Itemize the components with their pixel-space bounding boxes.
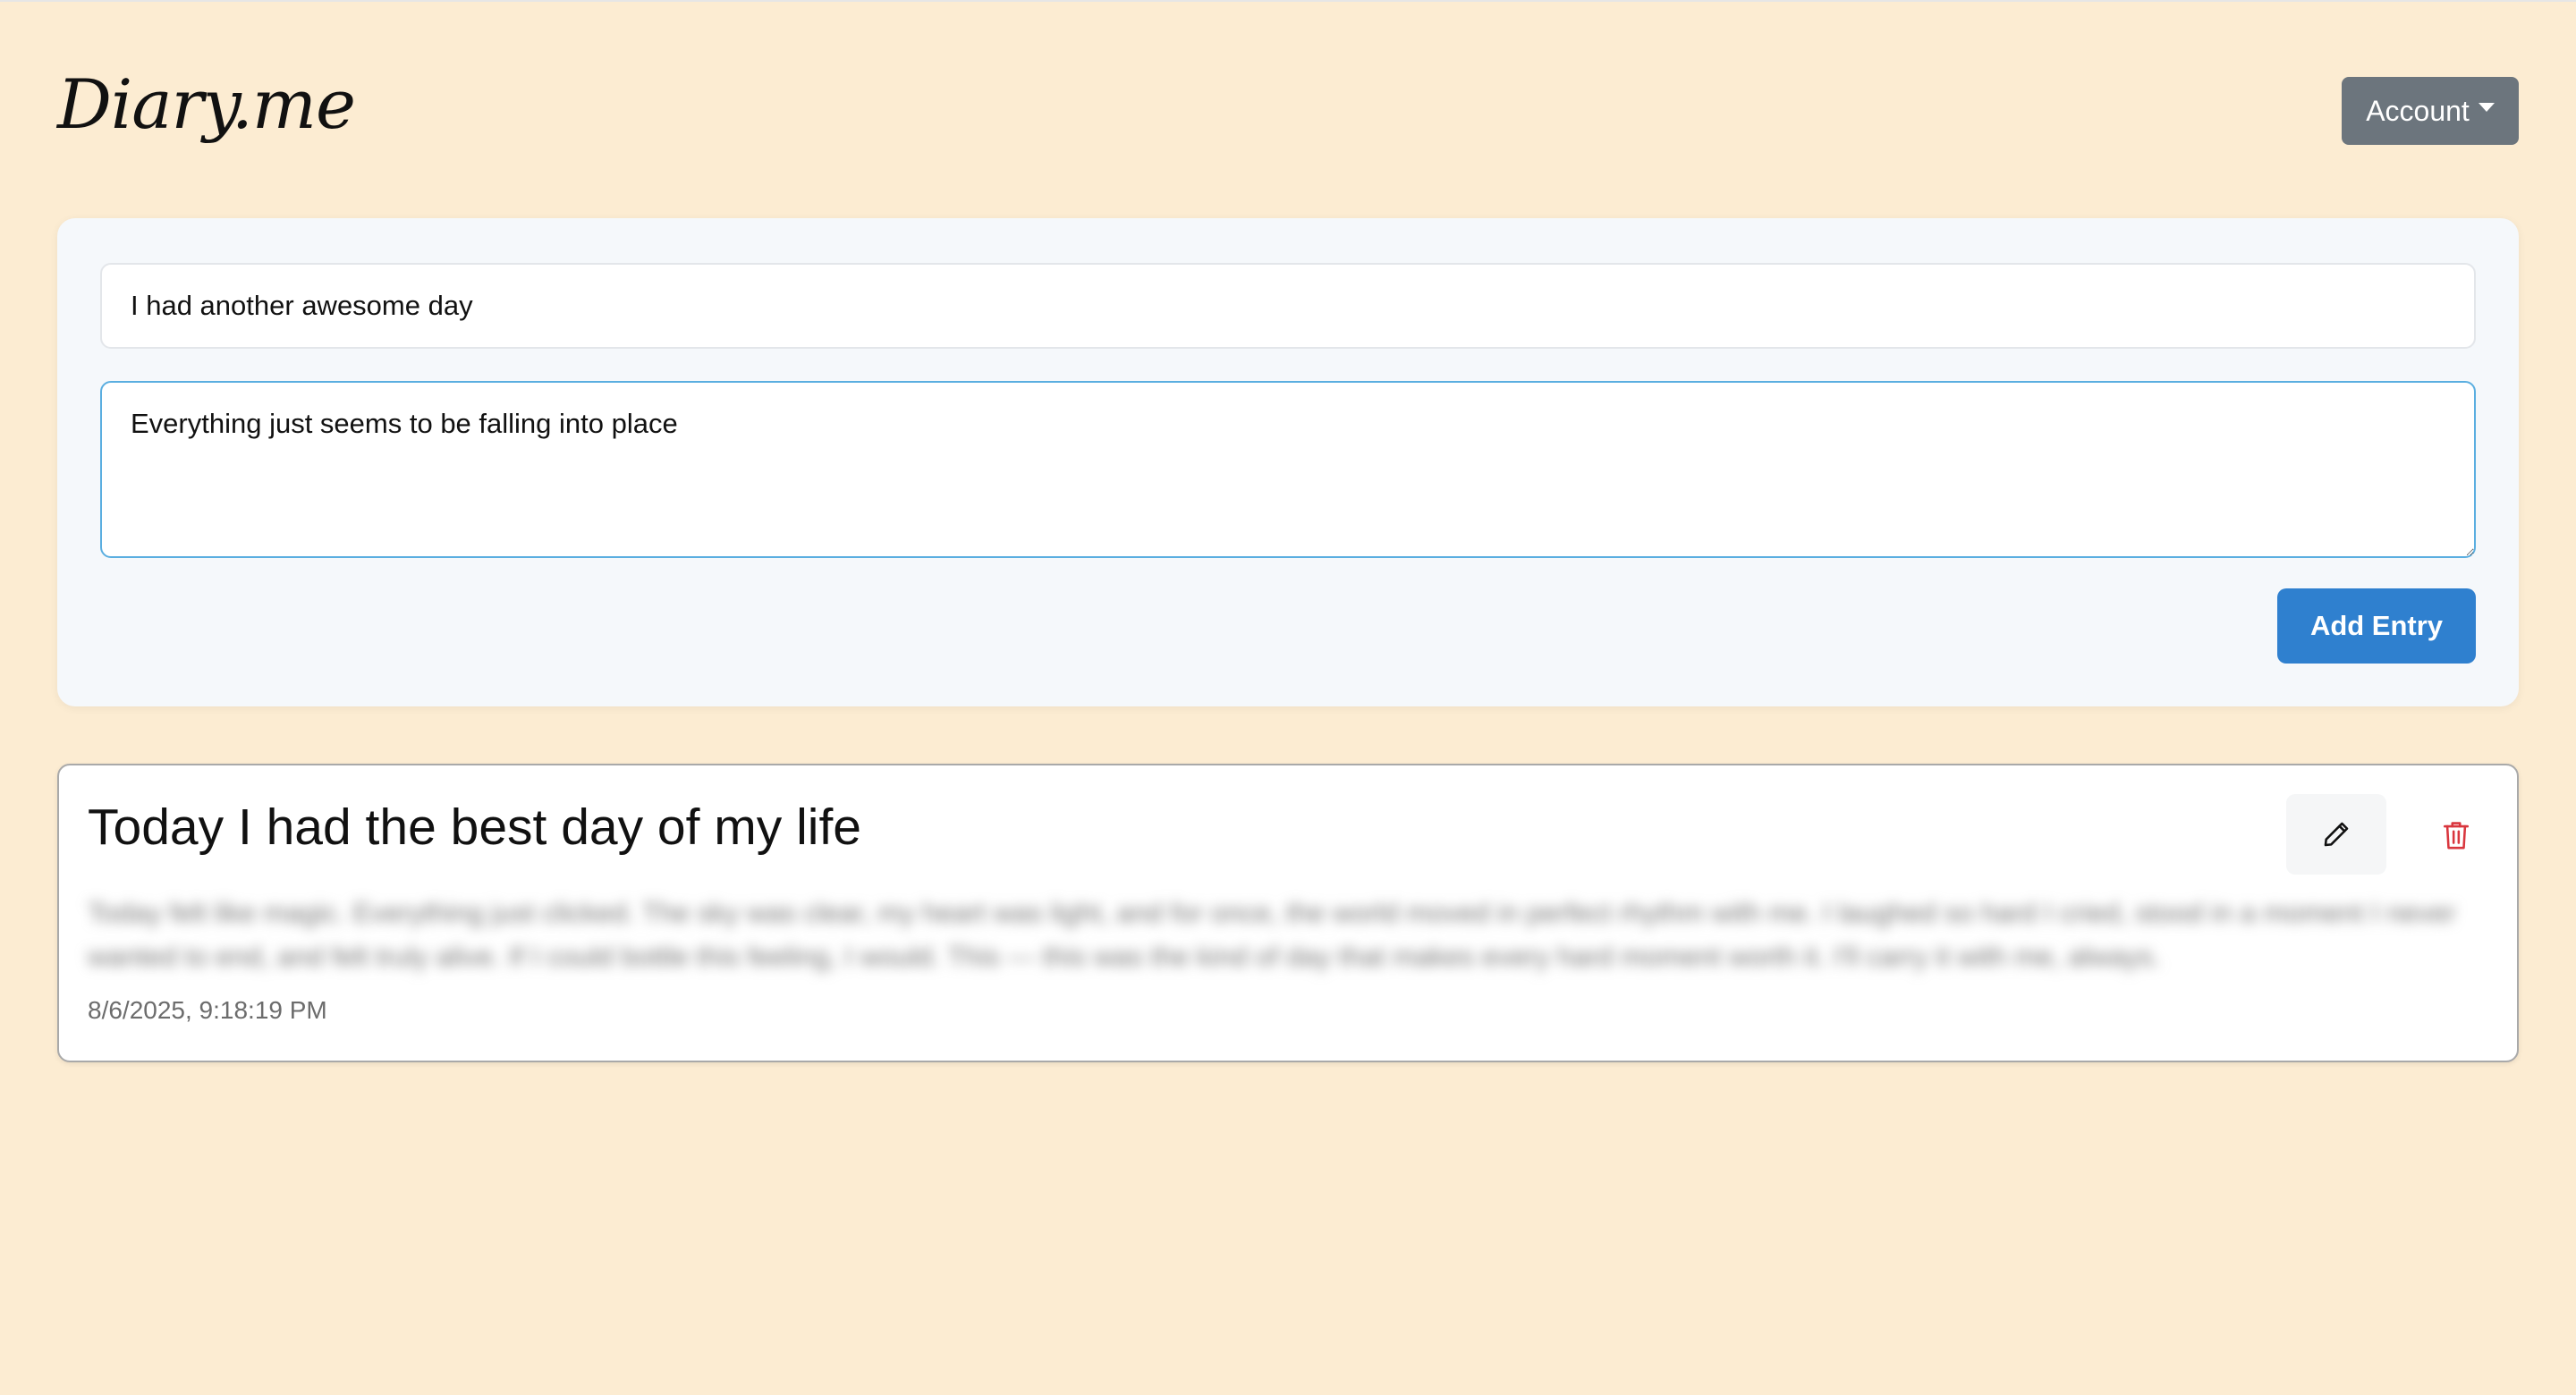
header: Diary.me Account (57, 55, 2519, 163)
account-label: Account (2366, 94, 2470, 127)
entry-body-textarea[interactable]: Everything just seems to be falling into… (100, 381, 2476, 558)
pencil-icon (2324, 822, 2349, 847)
entry-title: Today I had the best day of my life (88, 799, 861, 856)
brand-logo[interactable]: Diary.me (57, 64, 356, 144)
entry-date: 8/6/2025, 9:18:19 PM (88, 996, 327, 1024)
add-entry-button[interactable]: Add Entry (2277, 588, 2476, 664)
entry-title-input[interactable] (100, 263, 2476, 349)
edit-entry-button[interactable] (2286, 794, 2386, 875)
trash-icon (2443, 822, 2470, 850)
new-entry-form: Everything just seems to be falling into… (57, 218, 2519, 706)
entry-body: Today felt like magic. Everything just c… (88, 897, 2456, 972)
caret-down-icon (2478, 103, 2495, 112)
delete-entry-button[interactable] (2424, 801, 2488, 869)
account-dropdown-button[interactable]: Account (2342, 77, 2519, 145)
diary-entry-card: Today I had the best day of my life Toda… (57, 764, 2519, 1062)
